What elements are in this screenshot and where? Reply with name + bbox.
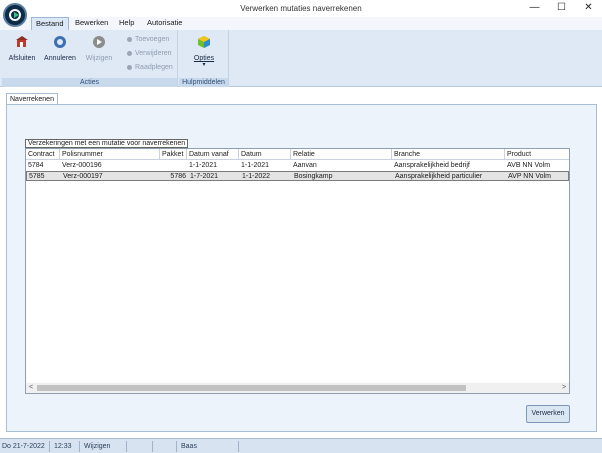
view-icon [127,64,132,70]
window-title: Verwerken mutaties naverrekenen [240,4,362,13]
raadplegen-button[interactable]: Raadplegen [127,63,173,73]
cell-datum: 1-1-2022 [242,173,271,180]
options-cube-icon [197,35,211,49]
status-panel-empty-1 [129,441,153,452]
grid-title: Verzekeringen met een mutatie voor naver… [25,139,189,148]
grid-header: Contract Polisnummer Pakket Datum vanaf … [26,149,569,160]
cell-relatie: Bosingkamp [294,173,333,180]
annuleren-button[interactable]: Annuleren [40,33,80,62]
table-row[interactable]: 5785 Verz-000197 5786 1-7-2021 1-1-2022 … [26,171,569,181]
afsluiten-label: Afsluiten [8,55,36,62]
status-mode: Wijzigen [82,441,127,452]
cancel-undo-icon [53,35,67,49]
cell-datum: 1-1-2021 [241,162,270,169]
status-bar: Do 21-7-2022 12:33 Wijzigen Baas [0,438,602,453]
status-date: Do 21-7-2022 [0,441,50,452]
cell-polisnummer: Verz-000197 [63,173,103,180]
edit-play-icon [92,35,106,49]
column-header-branche[interactable]: Branche [392,149,505,160]
status-panel-empty-2 [155,441,177,452]
close-button[interactable]: ✕ [575,0,602,17]
cell-relatie: Aanvan [293,162,317,169]
delete-icon [127,50,132,56]
mutations-grid[interactable]: Contract Polisnummer Pakket Datum vanaf … [25,148,570,394]
cell-product: AVB NN Volm [507,162,551,169]
maximize-button[interactable]: ☐ [548,0,575,17]
column-header-datum[interactable]: Datum [239,149,291,160]
cell-branche: Aansprakelijkheid particulier [395,173,483,180]
cell-datum-vanaf: 1-1-2021 [189,162,218,169]
afsluiten-button[interactable]: Afsluiten [4,33,40,62]
column-header-relatie[interactable]: Relatie [291,149,392,160]
column-header-datum-vanaf[interactable]: Datum vanaf [187,149,239,160]
menu-tab-help[interactable]: Help [115,17,138,30]
ribbon: Afsluiten Annuleren Wijzigen Toevoegen V… [0,30,602,87]
cell-pakket [160,161,187,171]
verwijderen-label: Verwijderen [135,50,172,57]
status-time: 12:33 [52,441,80,452]
opties-dropdown-arrow[interactable]: ▾ [187,62,221,68]
toevoegen-label: Toevoegen [135,36,170,43]
menu-tab-bestand[interactable]: Bestand [31,17,69,30]
column-header-contract[interactable]: Contract [26,149,60,160]
status-user: Baas [179,441,239,452]
menu-tab-autorisatie[interactable]: Autorisatie [143,17,186,30]
verwerken-button[interactable]: Verwerken [526,405,570,423]
verwijderen-button[interactable]: Verwijderen [127,49,172,59]
annuleren-label: Annuleren [44,55,76,62]
group-label-hulpmiddelen: Hulpmiddelen [179,78,228,87]
scroll-thumb[interactable] [37,385,466,391]
menu-bar: Bestand Bewerken Help Autorisatie [0,17,602,30]
minimize-button[interactable]: — [521,0,548,17]
cell-branche: Aansprakelijkheid bedrijf [394,162,470,169]
horizontal-scrollbar[interactable]: < > [26,383,569,393]
app-logo-icon[interactable] [3,3,27,27]
group-label-acties: Acties [2,78,177,87]
table-row[interactable]: 5784 Verz-000196 1-1-2021 1-1-2021 Aanva… [26,161,569,171]
raadplegen-label: Raadplegen [135,64,173,71]
column-header-pakket[interactable]: Pakket [160,149,187,160]
ribbon-group-hulpmiddelen: Opties ▾ Hulpmiddelen [179,30,229,87]
column-header-product[interactable]: Product [505,149,569,160]
title-bar: Verwerken mutaties naverrekenen — ☐ ✕ [0,0,602,17]
cell-polisnummer: Verz-000196 [62,162,102,169]
exit-door-icon [15,35,29,49]
column-header-polisnummer[interactable]: Polisnummer [60,149,160,160]
scroll-right-arrow[interactable]: > [559,383,569,393]
cell-product: AVP NN Volm [508,173,551,180]
cell-datum-vanaf: 1-7-2021 [190,173,219,180]
cell-pakket: 5786 [170,173,186,180]
opties-label: Opties [193,55,215,62]
toevoegen-button[interactable]: Toevoegen [127,35,169,45]
opties-button[interactable]: Opties ▾ [187,33,221,68]
menu-tab-bewerken[interactable]: Bewerken [71,17,112,30]
wijzigen-label: Wijzigen [85,55,113,62]
ribbon-group-acties: Afsluiten Annuleren Wijzigen Toevoegen V… [2,30,178,87]
cell-contract: 5785 [29,173,45,180]
wijzigen-button[interactable]: Wijzigen [82,33,116,62]
add-icon [127,36,132,42]
cell-contract: 5784 [28,162,44,169]
scroll-left-arrow[interactable]: < [26,383,36,393]
